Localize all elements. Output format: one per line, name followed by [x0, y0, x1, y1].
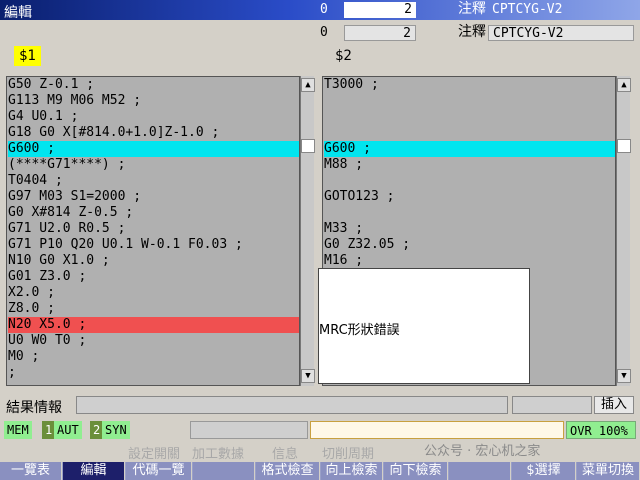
left_program-line[interactable]: X2.0 ;	[8, 285, 299, 301]
left_program-line[interactable]: G01 Z3.0 ;	[8, 269, 299, 285]
right_program-line[interactable]: G0 Z32.05 ;	[324, 237, 615, 253]
scroll-thumb[interactable]	[617, 139, 631, 153]
softkey-search-up[interactable]: 向上檢索	[321, 462, 383, 480]
status-field-2	[310, 421, 564, 439]
softkey-edit[interactable]: 編輯	[63, 462, 125, 480]
right_program-line[interactable]	[324, 205, 615, 221]
right_program-line[interactable]	[324, 109, 615, 125]
note-value-1: CPTCYG-V2	[492, 2, 563, 17]
right_program-line[interactable]: T3000 ;	[324, 77, 615, 93]
menu-hint-cutting-cycle: 切削周期	[322, 447, 375, 462]
left_program-line[interactable]: (****G71****) ;	[8, 157, 299, 173]
watermark-text: 公众号 · 宏心机之家	[424, 444, 541, 459]
softkey-search-down[interactable]: 向下檢索	[384, 462, 448, 480]
softkey-channel-select[interactable]: $選擇	[512, 462, 576, 480]
right_program-line[interactable]	[324, 173, 615, 189]
window-title: 編輯	[4, 5, 32, 21]
right_program-line[interactable]: GOTO123 ;	[324, 189, 615, 205]
left_program-line[interactable]: U0 W0 T0 ;	[8, 333, 299, 349]
right_program-line[interactable]: M88 ;	[324, 157, 615, 173]
alarm-popup: MRC形狀錯誤	[318, 268, 530, 384]
softkey-bar: 一覽表 編輯 代碼一覽 格式檢查 向上檢索 向下檢索 $選擇 菜單切換	[0, 462, 640, 480]
right_program-line[interactable]: G600 ;	[324, 141, 615, 157]
channel-1-mode: AUT	[54, 421, 82, 439]
menu-hint-settings: 設定開關	[128, 447, 181, 462]
softkey-code-list[interactable]: 代碼一覽	[126, 462, 192, 480]
left_program-line[interactable]: N10 G0 X1.0 ;	[8, 253, 299, 269]
left_program-line[interactable]: G113 M9 M06 M52 ;	[8, 93, 299, 109]
result-info-field	[76, 396, 508, 414]
left_program-line[interactable]: G71 U2.0 R0.5 ;	[8, 221, 299, 237]
program-editor-ch1[interactable]: G50 Z-0.1 ; G113 M9 M06 M52 ; G4 U0.1 ; G18…	[6, 76, 300, 386]
left_program-line[interactable]: G50 Z-0.1 ;	[8, 77, 299, 93]
menu-hint-info: 信息	[272, 447, 299, 462]
left_program-line[interactable]: G600 ;	[8, 141, 299, 157]
note-label-1: 注釋	[458, 1, 486, 17]
scroll-up-icon[interactable]: ▲	[617, 78, 631, 92]
scroll-down-icon[interactable]: ▼	[301, 369, 315, 383]
status-field-1	[190, 421, 308, 439]
left_program-line[interactable]: G0 X#814 Z-0.5 ;	[8, 205, 299, 221]
override-indicator: OVR 100%	[566, 421, 636, 439]
left_program-line[interactable]: G71 P10 Q20 U0.1 W-0.1 F0.03 ;	[8, 237, 299, 253]
scroll-thumb[interactable]	[301, 139, 315, 153]
right_program-line[interactable]: M33 ;	[324, 221, 615, 237]
softkey-format-check[interactable]: 格式檢查	[256, 462, 320, 480]
scrollbar-ch2[interactable]: ▲ ▼	[616, 76, 631, 386]
left_program-line[interactable]: Z8.0 ;	[8, 301, 299, 317]
channel-1-label[interactable]: $1	[14, 46, 41, 66]
scroll-down-icon[interactable]: ▼	[617, 369, 631, 383]
result-info-label: 結果情報	[6, 400, 62, 416]
status-bar: MEM 1 AUT 2 SYN OVR 100%	[0, 421, 640, 441]
scroll-up-icon[interactable]: ▲	[301, 78, 315, 92]
counter-1-right: 2	[344, 2, 416, 18]
channel-2-mode: SYN	[102, 421, 130, 439]
channel-2-label[interactable]: $2	[330, 46, 357, 66]
left_program-line[interactable]: G18 G0 X[#814.0+1.0]Z-1.0 ;	[8, 125, 299, 141]
left_program-line[interactable]: G97 M03 S1=2000 ;	[8, 189, 299, 205]
note-value-2: CPTCYG-V2	[488, 25, 634, 41]
mem-mode-badge: MEM	[4, 421, 32, 439]
softkey-menu-switch[interactable]: 菜單切換	[577, 462, 640, 480]
softkey-empty-1[interactable]	[193, 462, 255, 480]
left_program-line[interactable]: T0404 ;	[8, 173, 299, 189]
scrollbar-ch1[interactable]: ▲ ▼	[300, 76, 315, 386]
left_program-line[interactable]: N20 X5.0 ;	[8, 317, 299, 333]
counter-2-right: 2	[344, 25, 416, 41]
menu-hint-machining-data: 加工數據	[192, 447, 245, 462]
right_program-line[interactable]	[324, 125, 615, 141]
softkey-empty-2[interactable]	[449, 462, 511, 480]
counter-1-left: 0	[320, 2, 328, 17]
left_program-line[interactable]: G4 U0.1 ;	[8, 109, 299, 125]
left_program-line[interactable]: ;	[8, 365, 299, 381]
right_program-line[interactable]: M16 ;	[324, 253, 615, 269]
counter-2-left: 0	[320, 25, 328, 40]
note-label-2: 注釋	[458, 24, 486, 40]
insert-mode-indicator: 插入	[594, 396, 634, 414]
result-info-field-2	[512, 396, 592, 414]
left_program-line[interactable]: M0 ;	[8, 349, 299, 365]
softkey-list[interactable]: 一覽表	[0, 462, 62, 480]
alarm-message: MRC形狀錯誤	[319, 323, 400, 338]
right_program-line[interactable]	[324, 93, 615, 109]
